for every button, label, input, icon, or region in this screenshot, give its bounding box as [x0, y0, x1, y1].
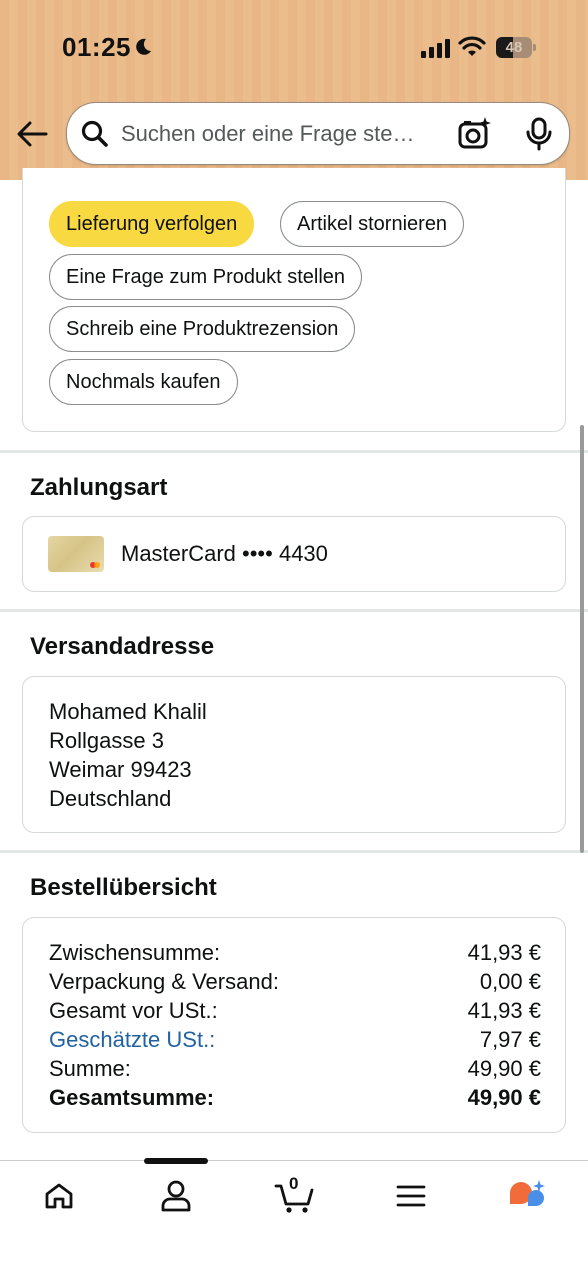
scrollbar[interactable] [580, 425, 584, 853]
payment-method-label: MasterCard •••• 4430 [121, 541, 328, 566]
signal-icon [421, 39, 450, 58]
shipping-address-card: Mohamed Khalil Rollgasse 3 Weimar 99423 … [22, 676, 566, 833]
write-review-button[interactable]: Schreib eine Produktrezension [49, 306, 356, 352]
summary-row-shipping: Verpackung & Versand: 0,00 € [49, 969, 541, 998]
buy-again-button[interactable]: Nochmals kaufen [49, 359, 238, 405]
summary-value: 41,93 € [467, 998, 541, 1023]
shipping-title: Versandadresse [30, 633, 215, 660]
order-actions-card: Lieferung verfolgen Artikel stornieren E… [22, 168, 566, 432]
summary-label: Gesamt vor USt.: [49, 998, 218, 1023]
rufus-icon [510, 1180, 545, 1206]
home-icon [45, 1183, 73, 1209]
summary-label: Verpackung & Versand: [49, 969, 279, 994]
summary-label: Summe: [49, 1056, 131, 1081]
order-summary-title: Bestellübersicht [30, 874, 217, 901]
summary-row-before-tax: Gesamt vor USt.: 41,93 € [49, 998, 541, 1027]
account-icon [161, 1180, 191, 1212]
estimated-tax-link[interactable]: Geschätzte USt.: [49, 1027, 215, 1053]
summary-row-estimated-tax: Geschätzte USt.: 7,97 € [49, 1027, 541, 1056]
cancel-item-button[interactable]: Artikel stornieren [280, 201, 465, 247]
summary-label: Gesamtsumme: [49, 1085, 215, 1110]
summary-value: 0,00 € [479, 969, 541, 994]
summary-row-sum: Summe: 49,90 € [49, 1056, 541, 1085]
active-tab-indicator [144, 1158, 208, 1164]
section-divider [0, 850, 588, 853]
header: 01:25 48 [0, 0, 588, 180]
address-country: Deutschland [49, 786, 172, 811]
credit-card-icon [48, 536, 104, 572]
moon-icon [136, 38, 151, 55]
nav-account[interactable] [151, 1174, 201, 1218]
camera-search-icon[interactable] [457, 117, 491, 151]
payment-card[interactable]: MasterCard •••• 4430 [22, 516, 566, 592]
back-arrow-icon [17, 121, 48, 147]
battery-icon: 48 [496, 37, 536, 58]
summary-value: 49,90 € [467, 1085, 541, 1110]
summary-value: 7,97 € [479, 1027, 541, 1052]
track-package-button[interactable]: Lieferung verfolgen [49, 201, 255, 247]
summary-row-subtotal: Zwischensumme: 41,93 € [49, 940, 541, 969]
summary-label: Zwischensumme: [49, 940, 221, 965]
wifi-icon [458, 36, 486, 56]
summary-value: 41,93 € [467, 940, 541, 965]
section-divider [0, 609, 588, 612]
nav-cart[interactable]: 0 [270, 1174, 320, 1218]
search-icon [81, 120, 108, 147]
nav-home[interactable] [34, 1174, 84, 1218]
status-time: 01:25 [62, 32, 131, 62]
nav-menu[interactable] [386, 1174, 436, 1218]
back-button[interactable] [14, 116, 50, 152]
status-bar: 01:25 48 [0, 0, 588, 96]
battery-level: 48 [505, 39, 523, 56]
address-street: Rollgasse 3 [49, 728, 164, 753]
order-summary-card: Zwischensumme: 41,93 € Verpackung & Vers… [22, 917, 566, 1133]
nav-rufus[interactable] [502, 1174, 552, 1218]
cart-count: 0 [289, 1174, 299, 1193]
microphone-icon[interactable] [525, 117, 553, 151]
address-city: Weimar 99423 [49, 757, 192, 782]
menu-icon [396, 1185, 426, 1207]
section-divider [0, 450, 588, 453]
payment-title: Zahlungsart [30, 474, 168, 501]
search-bar[interactable] [66, 102, 570, 165]
summary-value: 49,90 € [467, 1056, 541, 1081]
ask-question-button[interactable]: Eine Frage zum Produkt stellen [49, 254, 363, 300]
summary-row-grand-total: Gesamtsumme: 49,90 € [49, 1085, 541, 1114]
address-name: Mohamed Khalil [49, 699, 207, 724]
search-input[interactable] [121, 118, 443, 150]
